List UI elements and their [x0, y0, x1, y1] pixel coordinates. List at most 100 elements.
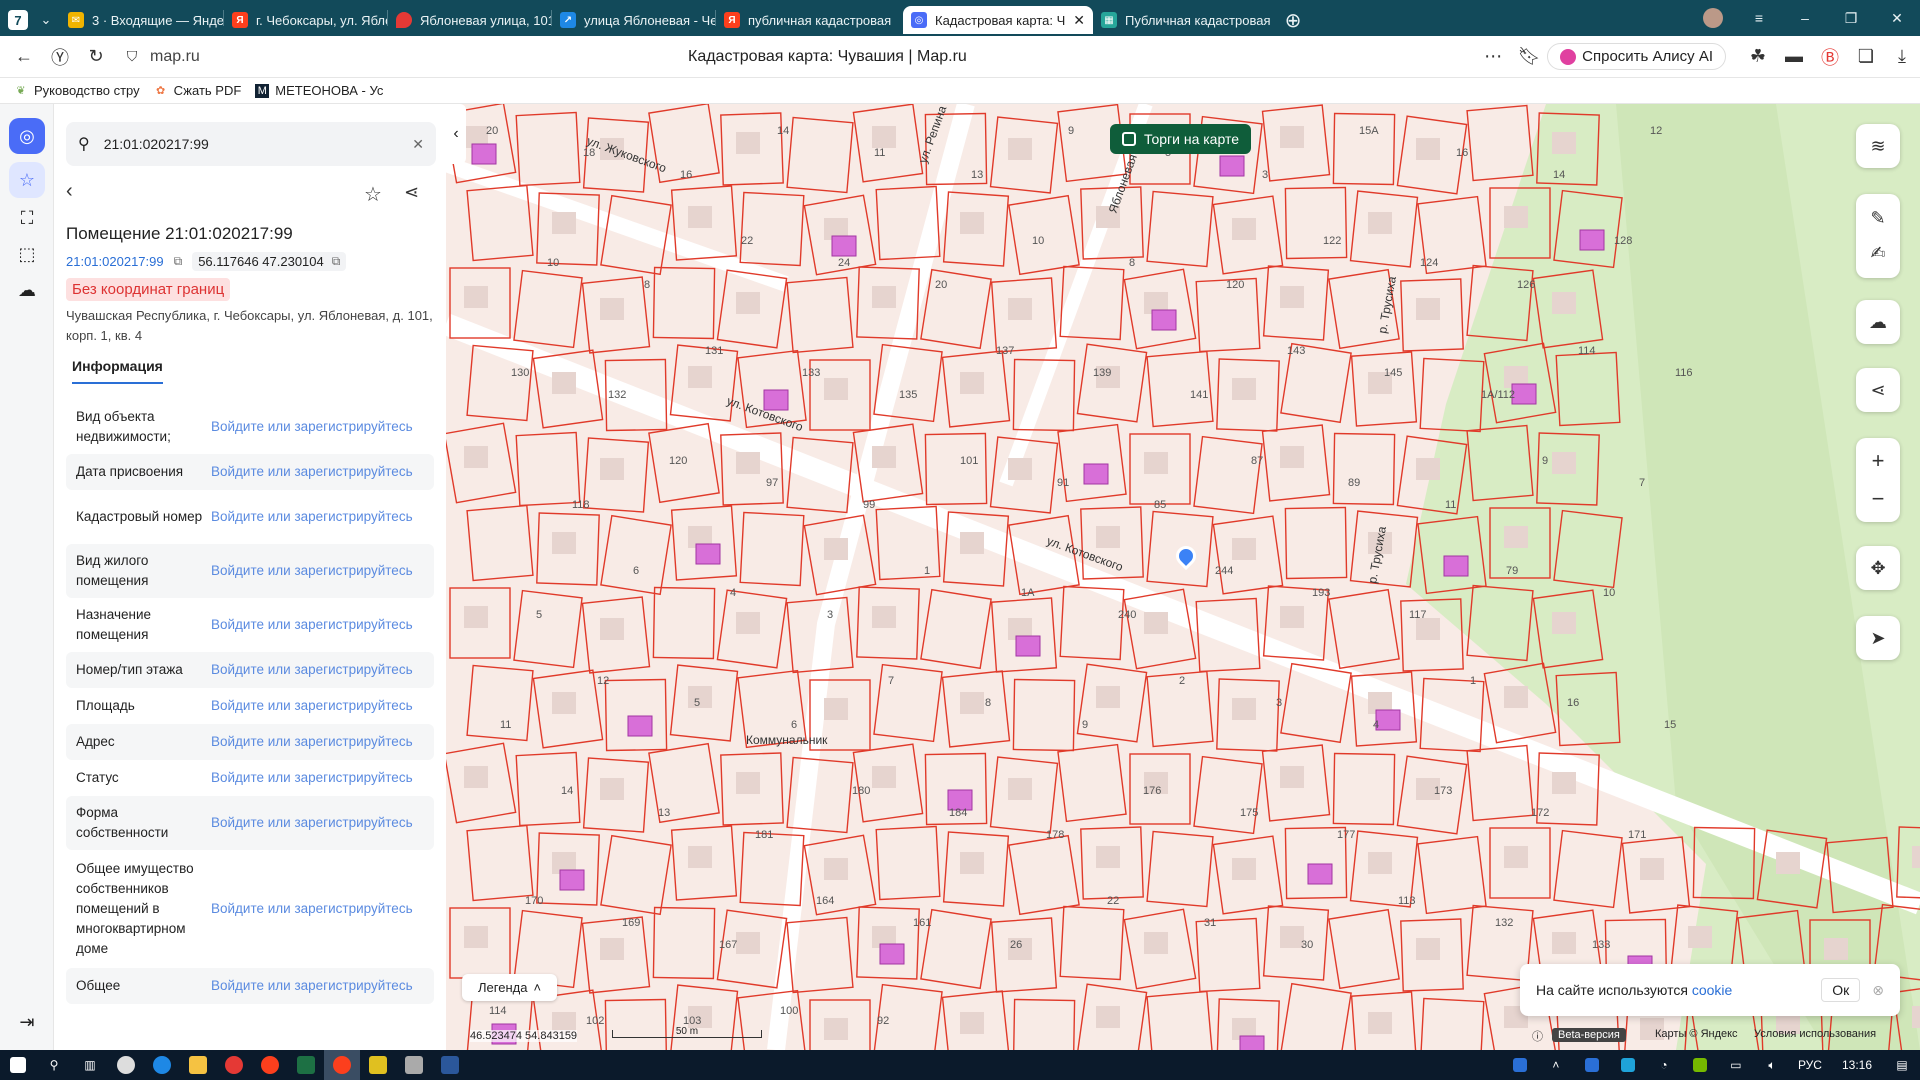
- login-link[interactable]: Войдите или зарегистрируйтесь: [211, 417, 424, 437]
- bookmark-meteonova[interactable]: M МЕТЕОНОВА - Ус: [255, 83, 383, 98]
- tab-counter[interactable]: 7: [4, 6, 32, 34]
- back-icon[interactable]: ←: [6, 39, 42, 75]
- search-icon[interactable]: ⚲: [36, 1050, 72, 1080]
- tab-street[interactable]: ↗ улица Яблоневая - Чебо: [552, 6, 715, 34]
- tab-yandex-search[interactable]: Яг. Чебоксары, ул. Яблоне: [224, 6, 387, 34]
- tray-app-icon[interactable]: [1610, 1050, 1646, 1080]
- ask-alice-button[interactable]: Спросить Алису AI: [1547, 43, 1726, 70]
- ruler-icon[interactable]: ✎: [1870, 208, 1885, 229]
- favorite-star-icon[interactable]: ☆: [364, 182, 382, 207]
- excel-icon[interactable]: [288, 1050, 324, 1080]
- layers-icon[interactable]: ≋: [1856, 124, 1900, 168]
- bookmark-compress-pdf[interactable]: ✿ Сжать PDF: [154, 83, 241, 98]
- site-info-icon[interactable]: ⛉: [114, 39, 150, 75]
- login-icon[interactable]: ⇥: [9, 1004, 45, 1040]
- tray-chevron-icon[interactable]: ˄: [1538, 1050, 1574, 1080]
- edge-icon[interactable]: [144, 1050, 180, 1080]
- extension-hat-icon[interactable]: ▬: [1776, 39, 1812, 75]
- tab-cadastral-map-active[interactable]: ◎ Кадастровая карта: Ч ✕: [903, 6, 1093, 34]
- tab-public-cadastral[interactable]: Япубличная кадастровая: [716, 6, 903, 34]
- restore-icon[interactable]: ❐: [1828, 0, 1874, 36]
- login-link[interactable]: Войдите или зарегистрируйтесь: [211, 615, 424, 635]
- yandex-home-icon[interactable]: Ⓨ: [42, 39, 78, 75]
- tray-wifi-icon[interactable]: ◔: [1646, 1050, 1682, 1080]
- more-icon[interactable]: ⋯: [1475, 39, 1511, 75]
- zoom-out-icon[interactable]: −: [1872, 486, 1885, 512]
- share-map-icon[interactable]: ⋖: [1856, 368, 1900, 412]
- login-link[interactable]: Войдите или зарегистрируйтесь: [211, 507, 424, 527]
- tab-mail[interactable]: ✉ 3 · Входящие — Яндекс П: [60, 6, 223, 34]
- bookmark-icon[interactable]: 🔖︎: [1511, 39, 1547, 75]
- terms-link[interactable]: Условия использования: [1754, 1028, 1876, 1040]
- edit-icon[interactable]: ✍: [1870, 243, 1885, 264]
- tray-network-icon[interactable]: ▭: [1718, 1050, 1754, 1080]
- yandex-browser-active-icon[interactable]: [324, 1050, 360, 1080]
- info-icon[interactable]: ⓘ: [1532, 1028, 1543, 1044]
- menu-icon[interactable]: ≡: [1736, 0, 1782, 36]
- extension-b-icon[interactable]: Ⓑ: [1812, 39, 1848, 75]
- notifications-icon[interactable]: ▤: [1884, 1050, 1920, 1080]
- tab-information[interactable]: Информация: [72, 358, 163, 384]
- login-link[interactable]: Войдите или зарегистрируйтесь: [211, 899, 424, 919]
- map-attribution[interactable]: Карты © Яндекс: [1655, 1028, 1738, 1040]
- favorites-star-icon[interactable]: ☆: [9, 162, 45, 198]
- windows-start-icon[interactable]: [0, 1050, 36, 1080]
- tray-volume-icon[interactable]: 🔈︎: [1754, 1050, 1790, 1080]
- profile-avatar-icon[interactable]: [1690, 0, 1736, 36]
- tab-maps-place[interactable]: Яблоневая улица, 101 на: [388, 6, 551, 34]
- login-link[interactable]: Войдите или зарегистрируйтесь: [211, 561, 424, 581]
- copy-icon[interactable]: ⧉: [332, 254, 341, 269]
- cloud-icon[interactable]: ☁: [9, 272, 45, 308]
- auctions-toggle[interactable]: Торги на карте: [1110, 124, 1251, 154]
- back-chevron-icon[interactable]: ‹: [66, 180, 73, 203]
- geolocate-icon[interactable]: ➤: [1856, 616, 1900, 660]
- upload-cloud-icon[interactable]: ☁: [1856, 300, 1900, 344]
- extension-icon[interactable]: ☘: [1740, 39, 1776, 75]
- login-link[interactable]: Войдите или зарегистрируйтесь: [211, 462, 424, 482]
- close-window-icon[interactable]: ✕: [1874, 0, 1920, 36]
- search-input[interactable]: 21:01:020217:99: [104, 136, 413, 152]
- new-tab-button[interactable]: ⊕: [1273, 6, 1313, 34]
- input-language[interactable]: РУС: [1790, 1058, 1830, 1072]
- login-link[interactable]: Войдите или зарегистрируйтесь: [211, 813, 424, 833]
- task-view-icon[interactable]: ▥: [72, 1050, 108, 1080]
- search-box[interactable]: ⚲ 21:01:020217:99 ✕: [66, 122, 436, 166]
- cookie-link[interactable]: cookie: [1692, 982, 1732, 998]
- pan-icon[interactable]: ✥: [1856, 546, 1900, 590]
- reload-icon[interactable]: ↻: [78, 39, 114, 75]
- tab-close-icon[interactable]: ✕: [1065, 12, 1085, 29]
- area-select-icon[interactable]: ⬚: [9, 236, 45, 272]
- notes-icon[interactable]: [360, 1050, 396, 1080]
- minimize-icon[interactable]: –: [1782, 0, 1828, 36]
- mapru-logo-icon[interactable]: ◎: [9, 118, 45, 154]
- yandex-browser-icon[interactable]: [252, 1050, 288, 1080]
- cadastral-map[interactable]: ул. Жуковского ул. Репина Яблоневая ул. ул.…: [446, 104, 1920, 1050]
- login-link[interactable]: Войдите или зарегистрируйтесь: [211, 732, 424, 752]
- tray-yandex-icon[interactable]: [1502, 1050, 1538, 1080]
- share-icon[interactable]: ⋖: [404, 182, 419, 203]
- taskbar-app-icon[interactable]: [108, 1050, 144, 1080]
- login-link[interactable]: Войдите или зарегистрируйтесь: [211, 768, 424, 788]
- map-canvas[interactable]: ул. Жуковского ул. Репина Яблоневая ул.ул.…: [446, 104, 1920, 1050]
- clear-search-icon[interactable]: ✕: [412, 136, 424, 153]
- address-bar[interactable]: map.ru: [150, 48, 200, 66]
- login-link[interactable]: Войдите или зарегистрируйтесь: [211, 660, 424, 680]
- copy-icon[interactable]: ⧉: [174, 254, 183, 269]
- cad-number-link[interactable]: 21:01:020217:99: [66, 254, 164, 269]
- chrome-icon[interactable]: [216, 1050, 252, 1080]
- tray-nvidia-icon[interactable]: [1682, 1050, 1718, 1080]
- collapse-panel-icon[interactable]: ‹: [446, 104, 466, 164]
- explorer-icon[interactable]: [180, 1050, 216, 1080]
- cookie-ok-button[interactable]: Ок: [1821, 978, 1861, 1002]
- tab-public-cadastral-2[interactable]: ▦ Публичная кадастровая: [1093, 6, 1273, 34]
- login-link[interactable]: Войдите или зарегистрируйтесь: [211, 696, 424, 716]
- cookie-close-icon[interactable]: ⊗: [1872, 982, 1884, 999]
- tabs-dropdown-icon[interactable]: ⌄: [32, 6, 60, 34]
- checkbox[interactable]: [1122, 132, 1136, 146]
- bookmark-guide[interactable]: ❦ Руководство стру: [14, 83, 139, 98]
- collections-icon[interactable]: ❏: [1848, 39, 1884, 75]
- word-icon[interactable]: [432, 1050, 468, 1080]
- printer-icon[interactable]: [396, 1050, 432, 1080]
- downloads-icon[interactable]: ⤓: [1884, 39, 1920, 75]
- route-tool-icon[interactable]: ⛶: [9, 200, 45, 236]
